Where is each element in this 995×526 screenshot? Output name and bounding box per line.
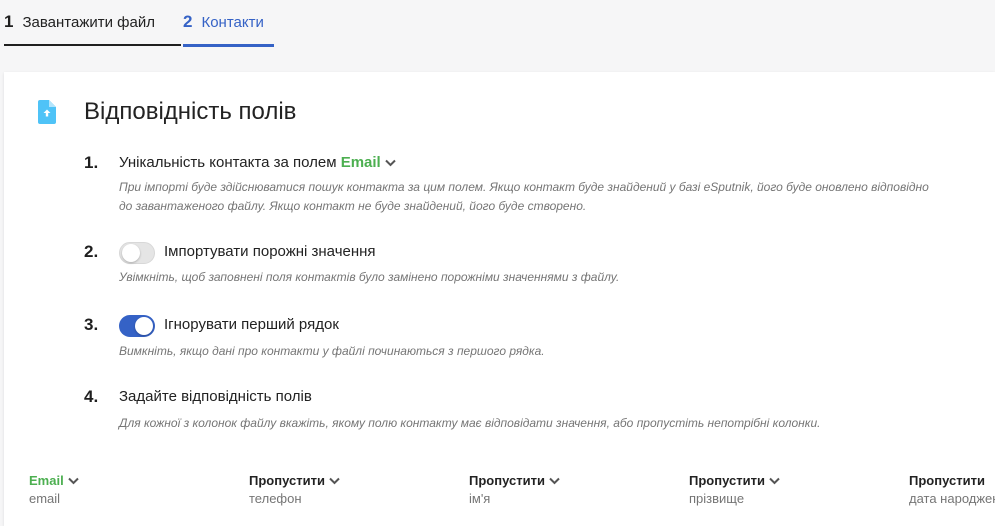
step-label: Ігнорувати перший рядок (164, 316, 339, 333)
step-unique-field: 1. Унікальність контакта за полем Email … (84, 153, 964, 213)
mapping-column: Email email (29, 473, 219, 506)
mapping-column: Пропустити ім'я (469, 473, 659, 506)
mapping-field-dropdown[interactable]: Пропустити (249, 473, 439, 488)
file-column-name: ім'я (469, 491, 491, 506)
chevron-down-icon (549, 477, 560, 484)
step-label-text: Унікальність контакта за полем (119, 154, 337, 171)
ignore-first-row-toggle[interactable] (119, 315, 155, 337)
toggle-knob (135, 317, 153, 335)
chevron-down-icon (385, 159, 396, 167)
step-description: Вимкніть, якщо дані про контакти у файлі… (119, 344, 545, 358)
mapping-field-value: Пропустити (249, 473, 325, 488)
field-mapping-card: Відповідність полів 1. Унікальність конт… (4, 72, 995, 526)
toggle-knob (122, 244, 140, 262)
step-label: Задайте відповідність полів (119, 388, 312, 405)
step-number: 4. (84, 387, 99, 406)
step-description: Для кожної з колонок файлу вкажіть, яком… (119, 416, 821, 430)
wizard-tabs: 1 Завантажити файл 2 Контакти (0, 0, 995, 47)
file-upload-icon (38, 100, 56, 124)
mapping-field-value: Пропустити (469, 473, 545, 488)
unique-field-dropdown[interactable]: Email (341, 154, 396, 171)
step-import-empty: 2. Імпортувати порожні значення Увімкніт… (84, 242, 964, 292)
tab-label: Завантажити файл (22, 13, 155, 31)
mapping-field-value: Email (29, 473, 64, 488)
step-label: Імпортувати порожні значення (164, 243, 376, 260)
tab-contacts[interactable]: 2 Контакти (183, 0, 274, 47)
step-number: 2. (84, 242, 99, 261)
mapping-field-value: Пропустити (689, 473, 765, 488)
chevron-down-icon (769, 477, 780, 484)
mapping-column: Пропустити телефон (249, 473, 439, 506)
chevron-down-icon (329, 477, 340, 484)
step-number: 1. (84, 153, 99, 172)
step-description: Увімкніть, щоб заповнені поля контактів … (119, 270, 620, 284)
step-number: 3. (84, 315, 99, 334)
chevron-down-icon (67, 477, 79, 484)
tab-upload-file[interactable]: 1 Завантажити файл (4, 0, 181, 46)
unique-field-value: Email (340, 154, 381, 171)
file-column-name: email (29, 491, 61, 506)
tab-label: Контакти (201, 13, 264, 31)
import-empty-toggle[interactable] (119, 242, 155, 264)
mapping-field-dropdown[interactable]: Пропустити (909, 473, 995, 488)
step-label: Унікальність контакта за полем Email (119, 154, 396, 171)
mapping-field-dropdown[interactable]: Пропустити (469, 473, 659, 488)
mapping-column: Пропустити прізвище (689, 473, 879, 506)
tab-number: 2 (183, 12, 193, 31)
step-ignore-first-row: 3. Ігнорувати перший рядок Вимкніть, якщ… (84, 315, 964, 365)
file-column-name: телефон (249, 491, 302, 506)
mapping-field-dropdown[interactable]: Email (29, 473, 219, 488)
tab-number: 1 (4, 12, 14, 31)
file-column-name: дата народження (909, 491, 995, 506)
mapping-field-value: Пропустити (909, 473, 985, 488)
step-description: При імпорті буде здійснюватися пошук кон… (119, 180, 929, 213)
mapping-column: Пропустити дата народження (909, 473, 995, 506)
page-title: Відповідність полів (84, 98, 297, 125)
file-column-name: прізвище (689, 491, 745, 506)
mapping-field-dropdown[interactable]: Пропустити (689, 473, 879, 488)
step-field-mapping: 4. Задайте відповідність полів Для кожно… (84, 387, 964, 437)
